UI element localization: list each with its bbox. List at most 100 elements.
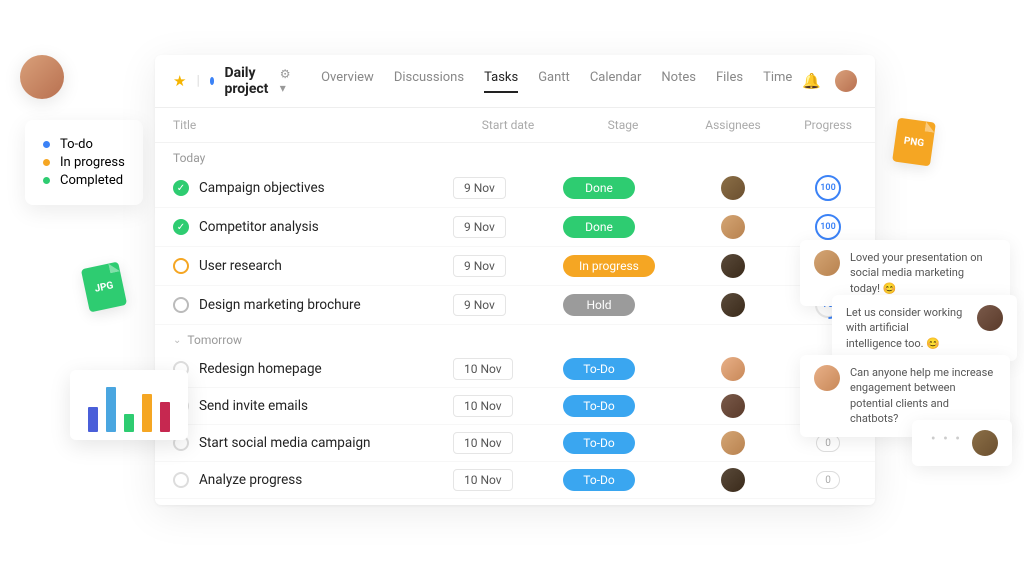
table-row[interactable]: ✓ Campaign objectives 9 Nov Done 100 [155, 169, 875, 208]
comment-text: Can anyone help me increase engagement b… [850, 365, 996, 427]
progress-zero: 0 [816, 434, 840, 452]
gear-icon[interactable]: ⚙ ▾ [280, 67, 291, 95]
tab-gantt[interactable]: Gantt [538, 70, 570, 93]
stage-pill[interactable]: To-Do [563, 358, 635, 380]
star-icon[interactable]: ★ [173, 72, 186, 90]
task-title-text: Start social media campaign [199, 435, 371, 451]
chart-card [70, 370, 188, 440]
legend-dot-done [43, 177, 50, 184]
check-icon[interactable]: ✓ [173, 180, 189, 196]
stage-pill[interactable]: To-Do [563, 432, 635, 454]
task-title-text: Send invite emails [199, 398, 308, 414]
task-title-text: Campaign objectives [199, 180, 325, 196]
assignee-avatar[interactable] [721, 293, 745, 317]
progress-zero: 0 [816, 471, 840, 489]
chart-bar [160, 402, 170, 432]
legend-label: In progress [60, 155, 125, 170]
assignee-avatar[interactable] [721, 215, 745, 239]
group-label-text: Today [173, 151, 205, 165]
project-title[interactable]: Daily project [224, 65, 269, 97]
status-icon[interactable] [173, 472, 189, 488]
table-row[interactable]: Send invite emails 10 Nov To-Do 0 [155, 388, 875, 425]
chevron-down-icon: ⌄ [173, 335, 181, 346]
stage-pill[interactable]: Done [563, 177, 635, 199]
tab-overview[interactable]: Overview [321, 70, 374, 93]
comment-text: Let us consider working with artificial … [846, 305, 967, 351]
legend-item: In progress [43, 155, 125, 170]
legend-card: To-do In progress Completed [25, 120, 143, 205]
tab-time[interactable]: Time [763, 70, 792, 93]
check-icon[interactable]: ✓ [173, 219, 189, 235]
date-chip[interactable]: 9 Nov [453, 255, 506, 277]
task-title-text: Redesign homepage [199, 361, 322, 377]
project-color-dot [210, 77, 215, 85]
col-title: Title [173, 118, 453, 132]
table-row[interactable]: Analyze progress 10 Nov To-Do 0 [155, 462, 875, 499]
assignee-avatar[interactable] [721, 394, 745, 418]
table-row[interactable]: User research 9 Nov In progress 80 [155, 247, 875, 286]
chart-bar [142, 394, 152, 432]
col-stage: Stage [563, 118, 683, 132]
date-chip[interactable]: 9 Nov [453, 216, 506, 238]
stage-pill[interactable]: Done [563, 216, 635, 238]
legend-label: To-do [60, 137, 93, 152]
comment-text: Loved your presentation on social media … [850, 250, 996, 296]
table-row[interactable]: Start social media campaign 10 Nov To-Do… [155, 425, 875, 462]
legend-item: To-do [43, 137, 125, 152]
status-icon[interactable] [173, 258, 189, 274]
bell-icon[interactable]: 🔔 [802, 72, 821, 90]
app-header: ★ | Daily project ⚙ ▾ Overview Discussio… [155, 55, 875, 108]
assignee-avatar[interactable] [721, 176, 745, 200]
task-title-text: User research [199, 258, 282, 274]
comment-bubble: Let us consider working with artificial … [832, 295, 1017, 361]
app-window: ★ | Daily project ⚙ ▾ Overview Discussio… [155, 55, 875, 505]
progress-ring: 100 [815, 214, 841, 240]
current-user-avatar[interactable] [835, 70, 857, 92]
tab-discussions[interactable]: Discussions [394, 70, 464, 93]
tabs: Overview Discussions Tasks Gantt Calenda… [321, 70, 792, 93]
tab-tasks[interactable]: Tasks [484, 70, 518, 93]
comment-avatar [814, 250, 840, 276]
divider: | [196, 73, 199, 89]
legend-label: Completed [60, 173, 123, 188]
table-row[interactable]: Redesign homepage 10 Nov To-Do 0 [155, 351, 875, 388]
date-chip[interactable]: 10 Nov [453, 469, 513, 491]
date-chip[interactable]: 9 Nov [453, 294, 506, 316]
group-label-today[interactable]: Today [155, 143, 875, 169]
tab-files[interactable]: Files [716, 70, 743, 93]
task-title-text: Design marketing brochure [199, 297, 361, 313]
tab-notes[interactable]: Notes [661, 70, 696, 93]
assignee-avatar[interactable] [721, 254, 745, 278]
date-chip[interactable]: 10 Nov [453, 395, 513, 417]
stage-pill[interactable]: In progress [563, 255, 655, 277]
date-chip[interactable]: 9 Nov [453, 177, 506, 199]
column-headers: Title Start date Stage Assignees Progres… [155, 108, 875, 143]
progress-ring: 100 [815, 175, 841, 201]
col-date: Start date [453, 118, 563, 132]
assignee-avatar[interactable] [721, 431, 745, 455]
stage-pill[interactable]: To-Do [563, 469, 635, 491]
comment-avatar [972, 430, 998, 456]
group-label-tomorrow[interactable]: ⌄ Tomorrow [155, 325, 875, 351]
comment-avatar [814, 365, 840, 391]
legend-item: Completed [43, 173, 125, 188]
date-chip[interactable]: 10 Nov [453, 358, 513, 380]
table-row[interactable]: ✓ Competitor analysis 9 Nov Done 100 [155, 208, 875, 247]
stage-pill[interactable]: Hold [563, 294, 635, 316]
chart-bar [88, 407, 98, 432]
tab-calendar[interactable]: Calendar [590, 70, 642, 93]
col-assignees: Assignees [683, 118, 783, 132]
assignee-avatar[interactable] [721, 357, 745, 381]
assignee-avatar[interactable] [721, 468, 745, 492]
legend-dot-progress [43, 159, 50, 166]
date-chip[interactable]: 10 Nov [453, 432, 513, 454]
col-progress: Progress [783, 118, 873, 132]
group-label-text: Tomorrow [187, 333, 242, 347]
table-row[interactable]: Design marketing brochure 9 Nov Hold 70 [155, 286, 875, 325]
task-title-text: Competitor analysis [199, 219, 319, 235]
jpg-file-icon: JPG [81, 262, 127, 313]
stage-pill[interactable]: To-Do [563, 395, 635, 417]
png-file-icon: PNG [892, 118, 936, 167]
legend-dot-todo [43, 141, 50, 148]
status-icon[interactable] [173, 297, 189, 313]
